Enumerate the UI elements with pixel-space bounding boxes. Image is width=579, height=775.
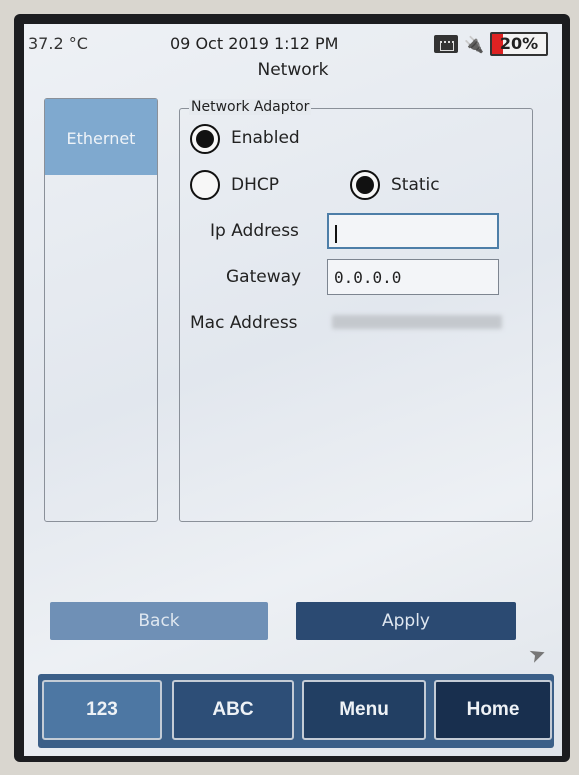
bottom-nav: 123 ABC Menu Home bbox=[38, 674, 554, 748]
nav-menu-button[interactable]: Menu bbox=[302, 680, 426, 740]
enabled-radio[interactable] bbox=[190, 124, 220, 154]
battery-percent: 20% bbox=[499, 34, 539, 53]
device-screen: 37.2 °C 09 Oct 2019 1:12 PM 🔌 20% Networ… bbox=[24, 24, 562, 756]
power-plug-icon: 🔌 bbox=[464, 34, 484, 54]
nav-home-button[interactable]: Home bbox=[434, 680, 552, 740]
text-caret bbox=[335, 224, 337, 243]
nav-123-button[interactable]: 123 bbox=[42, 680, 162, 740]
status-icons: 🔌 20% bbox=[434, 32, 548, 56]
dhcp-radio[interactable] bbox=[190, 170, 220, 200]
page-title: Network bbox=[257, 60, 329, 80]
status-bar: 37.2 °C 09 Oct 2019 1:12 PM 🔌 20% bbox=[24, 24, 562, 56]
group-legend: Network Adaptor bbox=[189, 99, 312, 115]
battery-icon: 20% bbox=[490, 32, 548, 56]
gateway-label: Gateway bbox=[226, 267, 302, 287]
static-label[interactable]: Static bbox=[391, 175, 440, 195]
static-radio[interactable] bbox=[350, 170, 380, 200]
dhcp-label[interactable]: DHCP bbox=[231, 175, 279, 195]
back-button[interactable]: Back bbox=[50, 602, 268, 640]
mac-address-label: Mac Address bbox=[190, 313, 298, 333]
tab-ethernet[interactable]: Ethernet bbox=[45, 99, 157, 175]
ip-address-input[interactable] bbox=[327, 213, 499, 249]
mouse-pointer-icon: ➤ bbox=[525, 639, 550, 669]
mac-address-value-redacted bbox=[332, 315, 502, 329]
apply-button[interactable]: Apply bbox=[296, 602, 516, 640]
temperature-readout: 37.2 °C bbox=[28, 34, 88, 53]
enabled-label[interactable]: Enabled bbox=[231, 128, 300, 148]
datetime-readout: 09 Oct 2019 1:12 PM bbox=[170, 34, 339, 53]
ip-address-label: Ip Address bbox=[210, 221, 299, 241]
gateway-input[interactable]: 0.0.0.0 bbox=[327, 259, 499, 295]
sidebar-panel: Ethernet bbox=[44, 98, 158, 522]
network-icon bbox=[434, 35, 459, 53]
nav-abc-button[interactable]: ABC bbox=[172, 680, 294, 740]
